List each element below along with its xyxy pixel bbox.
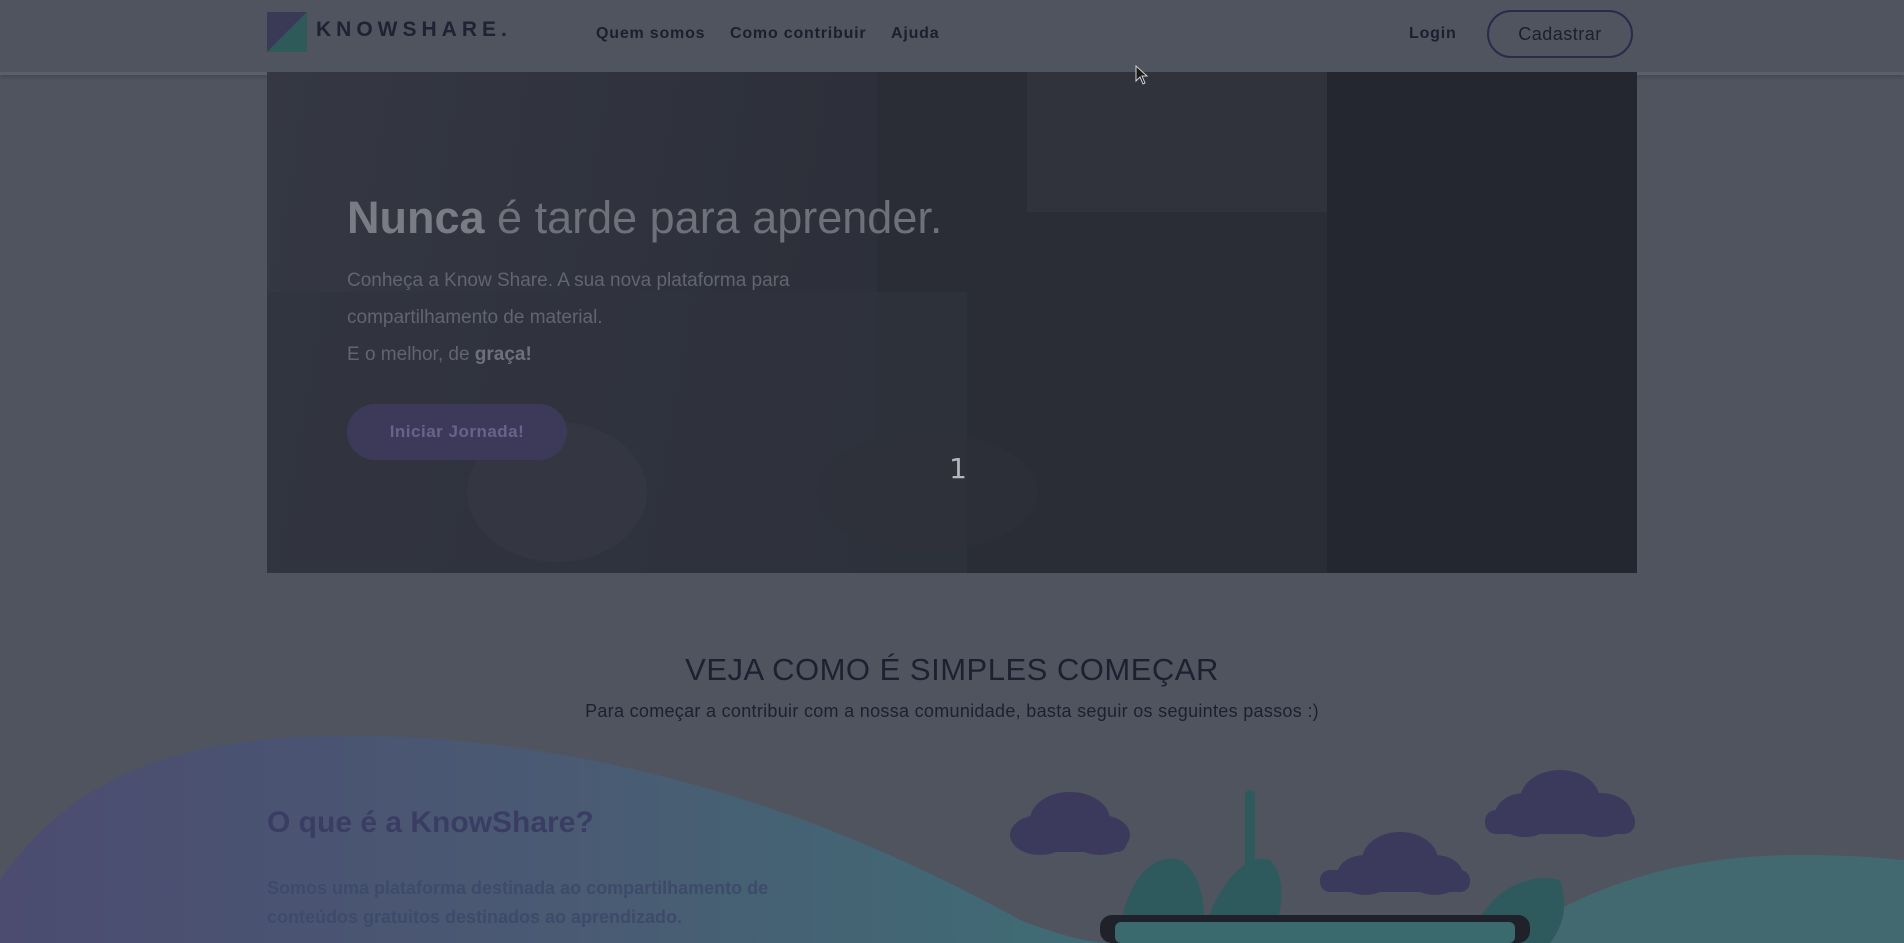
nav-ajuda[interactable]: Ajuda [891, 25, 939, 43]
slide-indicator[interactable]: 1 [943, 452, 973, 485]
hero-description-line1: Conheça a Know Share. A sua nova platafo… [347, 270, 790, 328]
logo-mark-icon[interactable] [267, 12, 307, 52]
illustration-clouds-icon [1010, 770, 1635, 943]
start-journey-button[interactable]: Iniciar Jornada! [347, 404, 567, 460]
hero-description: Conheça a Know Share. A sua nova platafo… [347, 262, 867, 373]
signup-button[interactable]: Cadastrar [1487, 10, 1633, 58]
about-title: O que é a KnowShare? [267, 806, 594, 839]
hero-title-rest: é tarde para aprender. [484, 192, 943, 243]
login-link[interactable]: Login [1409, 25, 1457, 43]
hero-description-prefix: E o melhor, de [347, 344, 475, 365]
hero-banner: Nunca é tarde para aprender. Conheça a K… [267, 72, 1637, 573]
mouse-cursor-icon [1135, 65, 1149, 85]
top-navigation-bar: KNOWSHARE. Quem somos Como contribuir Aj… [0, 0, 1904, 75]
nav-como-contribuir[interactable]: Como contribuir [730, 25, 866, 43]
logo-text[interactable]: KNOWSHARE. [316, 18, 512, 42]
steps-section-subtitle: Para começar a contribuir com a nossa co… [585, 701, 1319, 721]
hero-description-line2: E o melhor, de graça! [347, 336, 867, 373]
steps-section-title: VEJA COMO É SIMPLES COMEÇAR [685, 652, 1219, 687]
about-text: Somos uma plataforma destinada ao compar… [267, 878, 769, 927]
hero-description-strong: graça! [474, 344, 532, 365]
hero-title: Nunca é tarde para aprender. [347, 192, 942, 244]
hero-title-strong: Nunca [347, 192, 485, 243]
nav-quem-somos[interactable]: Quem somos [596, 25, 705, 43]
